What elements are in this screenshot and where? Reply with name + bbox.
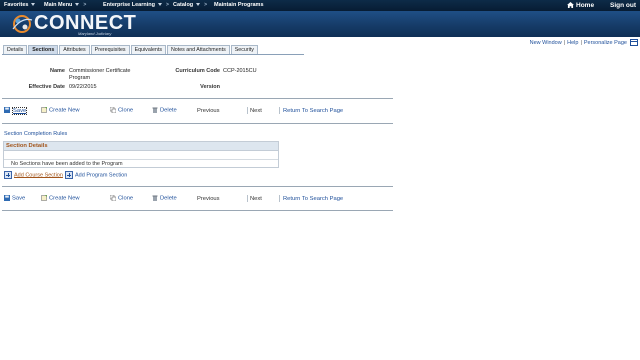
create-new-button-bottom[interactable]: Create New <box>41 195 80 202</box>
breadcrumb-catalog[interactable]: Catalog > <box>173 2 207 8</box>
create-new-label: Create New <box>49 195 80 202</box>
breadcrumb-arrow-icon: > <box>204 2 208 8</box>
tab-security[interactable]: Security <box>230 45 258 54</box>
section-completion-rules-link[interactable]: Section Completion Rules <box>4 131 67 137</box>
save-button[interactable]: Save <box>4 106 28 115</box>
next-button-bottom[interactable]: Next <box>250 196 262 202</box>
create-new-button[interactable]: Create New <box>41 107 80 114</box>
toolbar-bottom-rule <box>2 123 393 124</box>
delete-button-bottom[interactable]: Delete <box>152 195 177 202</box>
create-new-icon <box>41 195 47 201</box>
next-button[interactable]: Next <box>250 108 262 114</box>
return-to-search-link[interactable]: Return To Search Page <box>283 108 343 114</box>
home-label: Home <box>576 1 595 9</box>
main-menu[interactable]: Main Menu > <box>44 2 86 8</box>
tab-sections[interactable]: Sections <box>28 45 59 54</box>
return-to-search-link-bottom[interactable]: Return To Search Page <box>283 196 343 202</box>
page-links: New Window | Help | Personalize Page <box>530 39 638 46</box>
name-value-line1: Commissioner Certificate <box>69 68 131 74</box>
home-icon <box>567 1 574 8</box>
clone-icon <box>110 107 116 113</box>
favorites-label: Favorites <box>4 2 29 8</box>
section-details-grid: Section Details No Sections have been ad… <box>3 141 279 168</box>
add-course-section-label: Add Course Section <box>14 172 63 179</box>
delete-label: Delete <box>160 107 177 114</box>
previous-button-bottom[interactable]: Previous <box>197 196 220 202</box>
sign-out-link[interactable]: Sign out <box>610 2 636 9</box>
tab-notes-and-attachments[interactable]: Notes and Attachments <box>166 45 230 54</box>
toolbar-separator <box>247 195 248 202</box>
chevron-down-icon <box>196 3 201 7</box>
main-menu-label: Main Menu <box>44 2 73 8</box>
breadcrumb-maintain-programs[interactable]: Maintain Programs <box>214 2 264 8</box>
tab-prerequisites[interactable]: Prerequisites <box>90 45 130 54</box>
toolbar-top-rule <box>2 98 393 99</box>
top-nav-bar: Favorites Main Menu > Enterprise Learning… <box>0 0 640 11</box>
previous-button[interactable]: Previous <box>197 108 220 114</box>
curriculum-code-value: CCP-2015CU <box>223 68 257 74</box>
version-label: Version <box>200 84 220 90</box>
breadcrumb-label: Catalog <box>173 2 194 8</box>
effective-date-label: Effective Date <box>28 84 65 90</box>
app-banner: CONNECT Maryland Judiciary <box>0 11 640 37</box>
name-label: Name <box>50 68 65 74</box>
tab-strip: Details Sections Attributes Prerequisite… <box>3 45 259 54</box>
create-new-label: Create New <box>49 107 80 114</box>
add-program-section-link[interactable]: Add Program Section <box>65 171 127 179</box>
add-course-section-link[interactable]: Add Course Section <box>4 171 63 179</box>
section-details-title: Section Details <box>4 142 278 151</box>
save-icon <box>4 107 10 113</box>
tab-details[interactable]: Details <box>3 45 28 54</box>
save-button-bottom[interactable]: Save <box>4 195 25 202</box>
delete-label: Delete <box>160 195 177 202</box>
toolbar-separator <box>279 195 280 202</box>
favorites-menu[interactable]: Favorites <box>4 2 36 8</box>
grid-header-row <box>4 151 278 160</box>
tab-equivalents[interactable]: Equivalents <box>130 45 166 54</box>
personalize-page-link[interactable]: Personalize Page <box>584 40 627 46</box>
empty-sections-message: No Sections have been added to the Progr… <box>11 161 123 167</box>
delete-button[interactable]: Delete <box>152 107 177 114</box>
toolbar-separator <box>247 107 248 114</box>
breadcrumb-enterprise-learning[interactable]: Enterprise Learning > <box>103 2 169 8</box>
chevron-down-icon <box>75 3 80 7</box>
breadcrumb-arrow-icon: > <box>83 2 87 8</box>
toolbar2-top-rule <box>2 186 393 187</box>
add-icon <box>4 171 12 179</box>
save-label: Save <box>12 106 28 115</box>
curriculum-code-label: Curriculum Code <box>175 68 220 74</box>
chevron-down-icon <box>31 3 36 7</box>
grid-icon[interactable] <box>630 39 638 46</box>
clone-label: Clone <box>118 195 134 202</box>
breadcrumb-arrow-icon: > <box>165 2 169 8</box>
clone-icon <box>110 195 116 201</box>
breadcrumb-label: Enterprise Learning <box>103 2 155 8</box>
connect-logo-icon <box>12 15 33 33</box>
add-icon <box>65 171 73 179</box>
toolbar-separator <box>279 107 280 114</box>
chevron-down-icon <box>157 3 162 7</box>
create-new-icon <box>41 107 47 113</box>
tab-attributes[interactable]: Attributes <box>59 45 90 54</box>
trash-icon <box>152 107 158 113</box>
save-icon <box>4 195 10 201</box>
logo-subtitle: Maryland Judiciary <box>78 31 112 36</box>
clone-button-bottom[interactable]: Clone <box>110 195 133 202</box>
toolbar2-bottom-rule <box>2 210 393 211</box>
name-value-line2: Program <box>69 75 91 81</box>
add-program-section-label: Add Program Section <box>75 172 128 179</box>
save-label: Save <box>12 195 26 202</box>
clone-label: Clone <box>118 107 134 114</box>
new-window-link[interactable]: New Window <box>530 40 562 46</box>
home-link[interactable]: Home <box>567 2 594 9</box>
help-link[interactable]: Help <box>567 40 578 46</box>
effective-date-value: 09/22/2015 <box>69 84 97 90</box>
clone-button[interactable]: Clone <box>110 107 133 114</box>
trash-icon <box>152 195 158 201</box>
tab-divider <box>2 54 304 55</box>
